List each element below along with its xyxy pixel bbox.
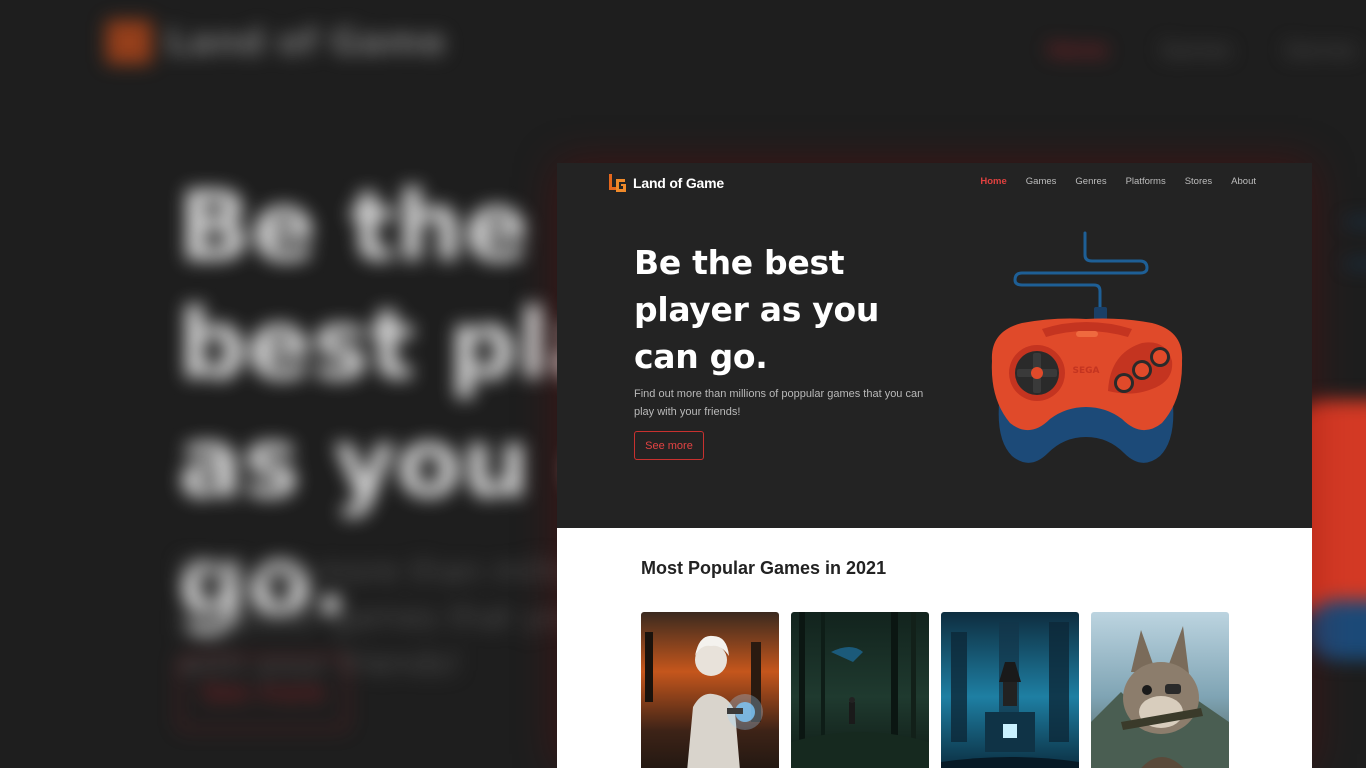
bg-cable-2 xyxy=(1346,262,1366,266)
hero-subtitle: Find out more than millions of poppular … xyxy=(634,388,924,418)
game-grid xyxy=(641,612,1229,768)
controller-brand-text: SEGA xyxy=(1073,366,1100,376)
main-nav: Home Games Genres Platforms Stores About xyxy=(980,176,1256,187)
gamepad-illustration: SEGA xyxy=(991,231,1183,463)
brand-name: Land of Game xyxy=(633,175,724,191)
navbar: Land of Game Home Games Genres Platforms… xyxy=(557,163,1312,203)
hero-title: Be the best player as you can go. xyxy=(634,243,880,376)
see-more-button[interactable]: See more xyxy=(634,431,704,460)
bg-brand-text: Land of Game xyxy=(166,21,446,63)
nav-about[interactable]: About xyxy=(1231,176,1256,187)
bg-nav-genres: Genres xyxy=(1285,38,1357,62)
game-cover-1[interactable] xyxy=(641,612,779,768)
bg-cta: See more xyxy=(178,656,348,730)
nav-home[interactable]: Home xyxy=(980,176,1006,187)
nav-genres[interactable]: Genres xyxy=(1075,176,1106,187)
game-cover-3[interactable] xyxy=(941,612,1079,768)
bg-nav-games: Games xyxy=(1161,38,1232,62)
bg-logo: Land of Game xyxy=(106,20,446,64)
game-cover-image-2 xyxy=(791,612,929,768)
bg-nav-home: Home xyxy=(1048,38,1108,62)
logo-icon xyxy=(609,174,626,192)
logo[interactable]: Land of Game xyxy=(607,172,724,194)
game-cover-4[interactable] xyxy=(1091,612,1229,768)
game-cover-2[interactable] xyxy=(791,612,929,768)
bg-controller-blue xyxy=(1306,600,1366,660)
game-cover-image-1 xyxy=(641,612,779,768)
bg-logo-icon xyxy=(106,20,152,64)
nav-platforms[interactable]: Platforms xyxy=(1126,176,1166,187)
nav-games[interactable]: Games xyxy=(1026,176,1057,187)
nav-stores[interactable]: Stores xyxy=(1185,176,1212,187)
bg-nav: Home Games Genres xyxy=(1048,38,1356,62)
popular-games-section: Most Popular Games in 2021 xyxy=(557,528,1312,768)
bg-cable xyxy=(1346,220,1366,224)
game-cover-image-3 xyxy=(941,612,1079,768)
game-cover-image-4 xyxy=(1091,612,1229,768)
website-preview: Land of Game Home Games Genres Platforms… xyxy=(557,163,1312,768)
section-title: Most Popular Games in 2021 xyxy=(641,558,887,578)
